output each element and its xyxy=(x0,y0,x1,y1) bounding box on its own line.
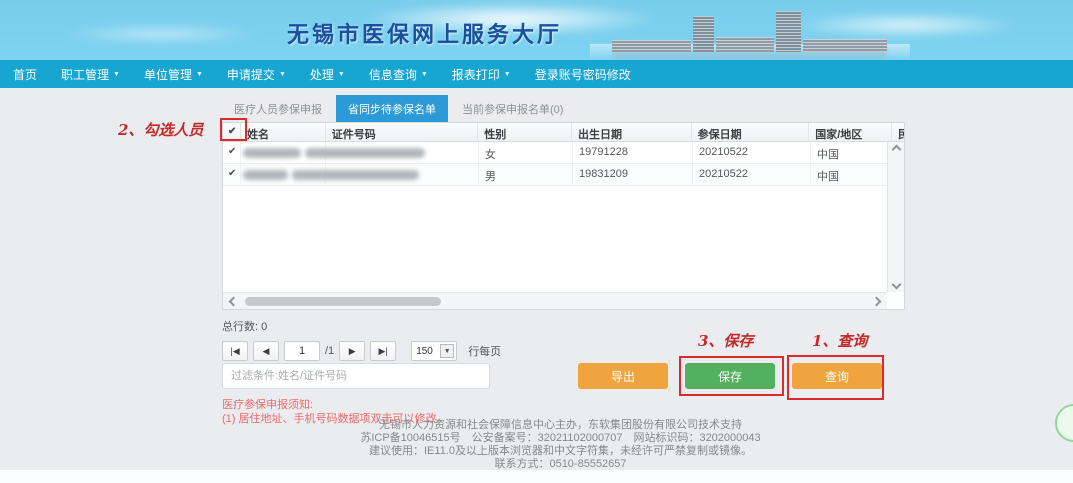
redacted-name xyxy=(243,170,288,180)
prev-page-button[interactable]: ◀ xyxy=(253,341,279,361)
total-rows: 总行数: 0 xyxy=(222,318,905,334)
scroll-up-icon[interactable] xyxy=(891,145,901,155)
scrollbar-thumb[interactable] xyxy=(245,297,441,306)
column-header-country[interactable]: 国家/地区 xyxy=(809,123,892,141)
page: 无锡市医保网上服务大厅 首页 职工管理▼ 单位管理▼ 申请提交▼ 处理▼ 信息查… xyxy=(0,0,1073,483)
tab-province-sync-pending[interactable]: 省同步待参保名单 xyxy=(336,95,448,122)
nav-item-report-print[interactable]: 报表打印▼ xyxy=(452,66,511,83)
nav-item-account-password[interactable]: 登录账号密码修改 xyxy=(535,66,631,83)
cell-enroll-date: 20210522 xyxy=(693,142,811,163)
chevron-down-icon: ▼ xyxy=(196,71,203,78)
page-number-input[interactable] xyxy=(284,341,320,361)
cell-country: 中国 xyxy=(811,142,894,163)
column-header-id-number[interactable]: 证件号码 xyxy=(326,123,479,141)
chevron-down-icon: ▼ xyxy=(504,71,511,78)
tab-bar: 医疗人员参保申报 省同步待参保名单 当前参保申报名单(0) xyxy=(222,95,905,122)
table-row[interactable]: ✔ 男 19831209 20210522 中国 xyxy=(223,164,904,186)
column-header-name[interactable]: 姓名 xyxy=(241,123,326,141)
annotation-step3: 3、保存 xyxy=(698,330,753,351)
vertical-scrollbar[interactable] xyxy=(887,142,904,292)
table-row[interactable]: ✔ 女 19791228 20210522 中国 xyxy=(223,142,904,164)
nav-item-process[interactable]: 处理▼ xyxy=(310,66,345,83)
cell-gender: 男 xyxy=(479,164,573,185)
footer-line: 无锡市人力资源和社会保障信息中心主办，东软集团股份有限公司技术支持 xyxy=(48,419,1073,432)
chevron-down-icon: ▼ xyxy=(113,71,120,78)
footer-line: 建议使用：IE11.0及以上版本浏览器和中文字符集，未经许可严禁复制或镜像。 xyxy=(48,445,1073,458)
horizontal-scrollbar[interactable] xyxy=(223,292,887,309)
page-total-label: /1 xyxy=(325,345,334,357)
notice-title: 医疗参保申报须知: xyxy=(222,398,448,412)
chevron-down-icon: ▼ xyxy=(440,344,454,358)
main-nav: 首页 职工管理▼ 单位管理▼ 申请提交▼ 处理▼ 信息查询▼ 报表打印▼ 登录账… xyxy=(0,60,1073,88)
redacted-id-number xyxy=(305,148,425,158)
chevron-down-icon: ▼ xyxy=(338,71,345,78)
enroll-panel: 医疗人员参保申报 省同步待参保名单 当前参保申报名单(0) ✔ 姓名 证件号码 … xyxy=(222,95,905,310)
site-header: 无锡市医保网上服务大厅 xyxy=(0,0,1073,60)
cell-enroll-date: 20210522 xyxy=(693,164,811,185)
nav-item-info-query[interactable]: 信息查询▼ xyxy=(369,66,428,83)
highlight-box-query xyxy=(787,355,884,400)
site-footer: 无锡市人力资源和社会保障信息中心主办，东软集团股份有限公司技术支持 苏ICP备1… xyxy=(0,419,1073,471)
city-reflection xyxy=(612,51,887,60)
annotation-step1: 1、查询 xyxy=(812,330,867,351)
chevron-down-icon: ▼ xyxy=(279,71,286,78)
export-button[interactable]: 导出 xyxy=(578,363,668,389)
bottom-strip xyxy=(0,470,1073,483)
city-buildings-graphic xyxy=(612,8,887,52)
filter-input[interactable] xyxy=(222,363,490,389)
redacted-name xyxy=(243,148,301,158)
footer-line: 苏ICP备10046515号 公安备案号：32021102000707 网站标识… xyxy=(48,432,1073,445)
nav-item-home[interactable]: 首页 xyxy=(13,66,37,83)
column-header-birth-date[interactable]: 出生日期 xyxy=(572,123,692,141)
highlight-box-save xyxy=(679,356,784,396)
column-header-enroll-date[interactable]: 参保日期 xyxy=(692,123,810,141)
cell-country: 中国 xyxy=(811,164,894,185)
nav-item-employee-mgmt[interactable]: 职工管理▼ xyxy=(61,66,120,83)
data-table: ✔ 姓名 证件号码 性别 出生日期 参保日期 国家/地区 民族 ✔ 女 1979… xyxy=(222,122,905,310)
cell-birth-date: 19791228 xyxy=(573,142,693,163)
scroll-right-icon[interactable] xyxy=(872,296,882,306)
annotation-step2: 2、勾选人员 xyxy=(118,119,203,140)
nav-item-unit-mgmt[interactable]: 单位管理▼ xyxy=(144,66,203,83)
cell-birth-date: 19831209 xyxy=(573,164,693,185)
column-header-partial: 民族 xyxy=(892,123,904,141)
total-rows-value: 0 xyxy=(261,321,267,333)
row-checkbox[interactable]: ✔ xyxy=(223,164,241,185)
first-page-button[interactable]: |◀ xyxy=(222,341,248,361)
main-content: 医疗人员参保申报 省同步待参保名单 当前参保申报名单(0) ✔ 姓名 证件号码 … xyxy=(0,88,1073,483)
page-size-select[interactable]: 150 ▼ xyxy=(411,341,457,361)
cell-gender: 女 xyxy=(479,142,573,163)
next-page-button[interactable]: ▶ xyxy=(339,341,365,361)
scroll-down-icon[interactable] xyxy=(891,280,901,290)
chevron-down-icon: ▼ xyxy=(421,71,428,78)
last-page-button[interactable]: ▶| xyxy=(370,341,396,361)
scroll-left-icon[interactable] xyxy=(229,296,239,306)
row-checkbox[interactable]: ✔ xyxy=(223,142,241,163)
highlight-box-checkbox xyxy=(220,118,247,141)
redacted-id-number xyxy=(292,170,419,180)
site-title: 无锡市医保网上服务大厅 xyxy=(287,17,562,49)
tab-current-declare-list[interactable]: 当前参保申报名单(0) xyxy=(450,95,575,122)
cloud-decoration xyxy=(60,24,260,44)
table-header-row: ✔ 姓名 证件号码 性别 出生日期 参保日期 国家/地区 民族 xyxy=(223,123,904,142)
per-page-label: 行每页 xyxy=(468,343,501,359)
column-header-gender[interactable]: 性别 xyxy=(478,123,572,141)
nav-item-apply-submit[interactable]: 申请提交▼ xyxy=(227,66,286,83)
